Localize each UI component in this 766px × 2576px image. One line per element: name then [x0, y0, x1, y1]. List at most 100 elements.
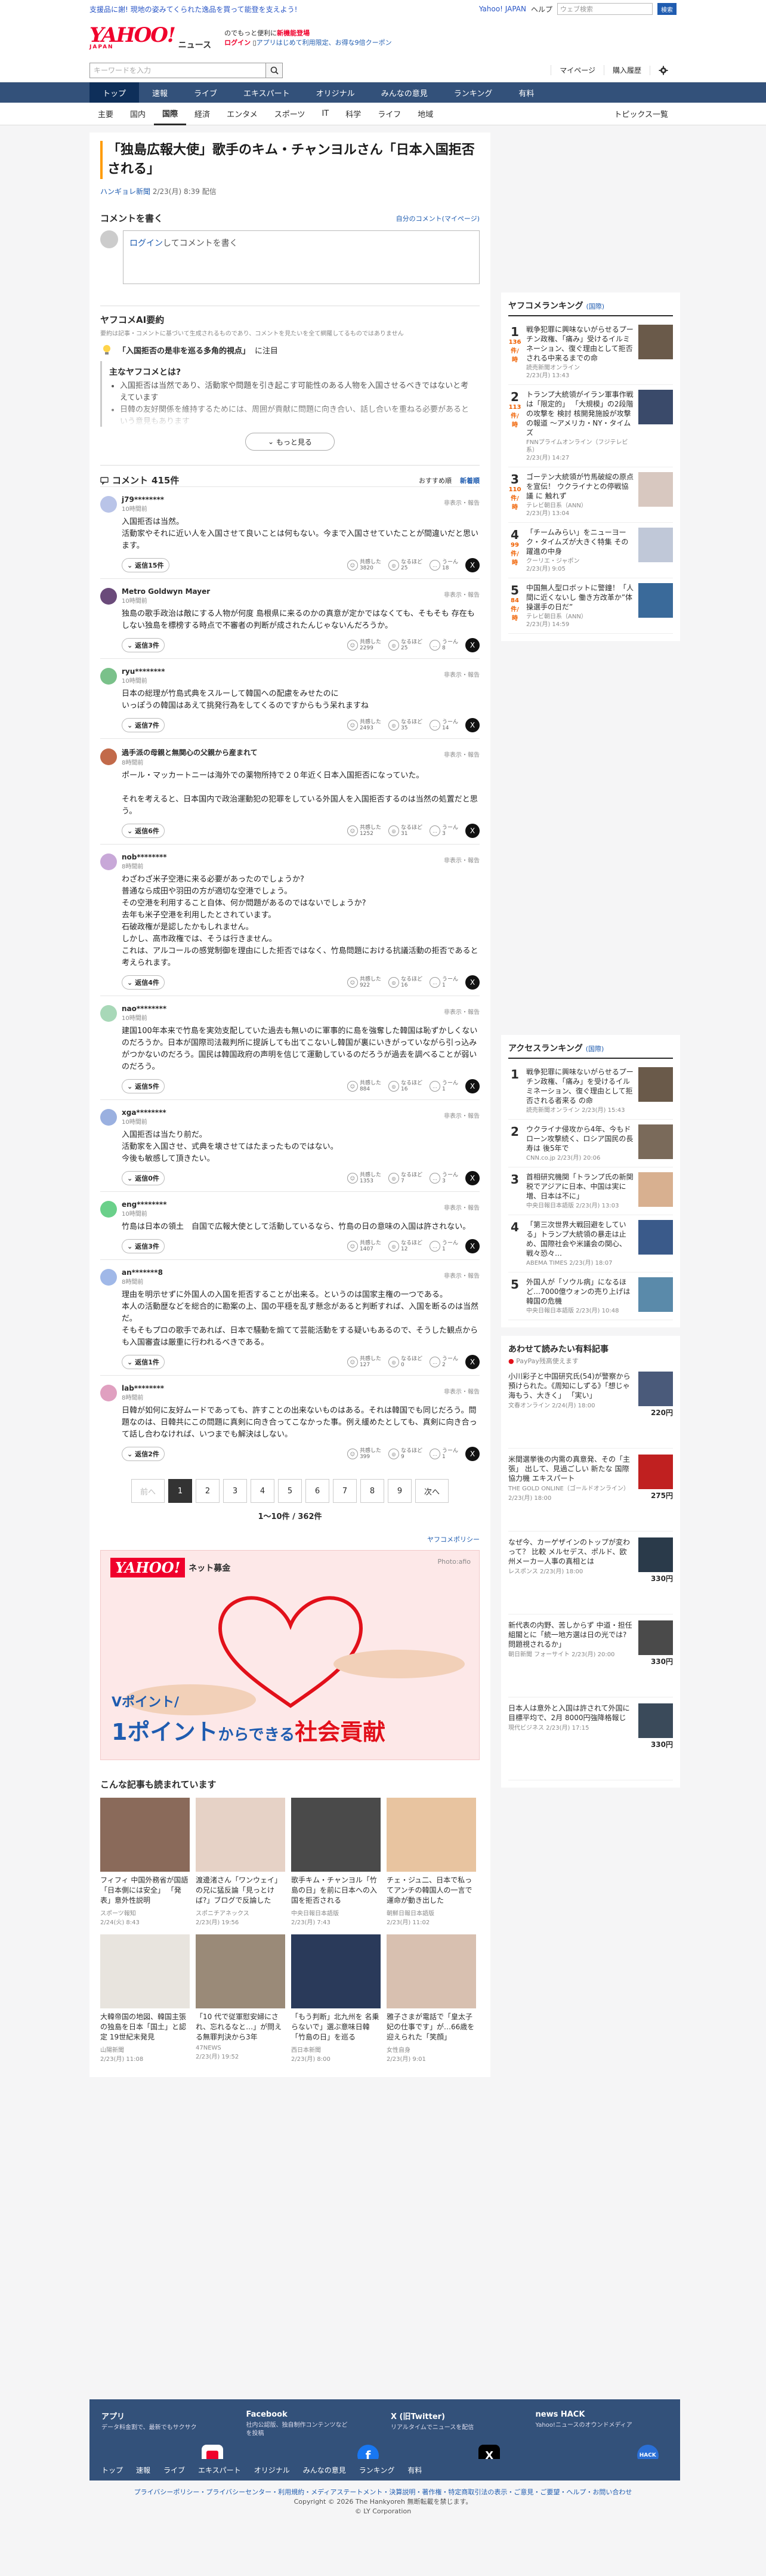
reaction-hmm-button[interactable]: … うーん 3 [429, 1172, 458, 1184]
footer-nav-item[interactable]: エキスパート [198, 2465, 241, 2475]
reaction-empathy-button[interactable]: ☺ 共感した 1353 [347, 1172, 381, 1184]
x-share-icon[interactable]: X [465, 975, 480, 990]
gnav-original[interactable]: オリジナル [303, 82, 368, 103]
footer-newshack[interactable]: news HACK Yahoo!ニュースのオウンドメディア HACK [536, 2410, 669, 2466]
x-share-icon[interactable]: X [465, 718, 480, 732]
next-page-button[interactable]: 次へ [415, 1479, 449, 1503]
reaction-insight-button[interactable]: ◎ なるほど 16 [388, 976, 422, 988]
help-link[interactable]: ヘルプ [531, 4, 552, 14]
mypage-link[interactable]: マイページ [551, 65, 604, 75]
ranking-item[interactable]: 2 113 件/時 トランプ大統領がイラン軍事作戦は「限定的」 「大規模」の2段階の攻… [508, 385, 673, 467]
recommended-card[interactable]: 「10 代で従軍慰安婦にされ、忘れるなと…」が問える無罪判決から3年 47NEWS… [196, 1934, 285, 2063]
gnav-top[interactable]: トップ [89, 82, 140, 103]
cat-it[interactable]: IT [313, 103, 337, 125]
recommended-card[interactable]: 雅子さまが電話で「皇太子妃の仕事です」が…66歳を迎えられた「笑顔」 女性自身 2/… [387, 1934, 476, 2063]
ranking-item[interactable]: 4 99 件/時 「チームみらい」をニューヨーク・タイムズが大きく特集 その躍進の中身… [508, 523, 673, 578]
reaction-hmm-button[interactable]: … うーん 14 [429, 719, 458, 731]
gnav-opinion[interactable]: みんなの意見 [368, 82, 441, 103]
access-item[interactable]: 4 「第三次世界大戦回避をしている」トランプ大統領の暴走は止め、国際社会や米議会の… [508, 1215, 673, 1272]
reply-button[interactable]: ⌄ 返信2件 [122, 1447, 165, 1461]
footer-nav-item[interactable]: みんなの意見 [303, 2465, 346, 2475]
login-link[interactable]: ログイン [129, 239, 163, 248]
ranking-item[interactable]: 5 84 件/時 中国無人型ロボットに警鐘！「人間に近くないし 働き方改革か”体操選手… [508, 578, 673, 634]
web-search-input[interactable]: ウェブ検索 [557, 3, 653, 15]
reaction-hmm-button[interactable]: … うーん 2 [429, 1356, 458, 1368]
paid-item[interactable]: 新代表の内野、苦しからず 中道・担任組閣とに「統一地方選は日の光では? 問題視さ… [508, 1614, 673, 1697]
x-share-icon[interactable]: X [465, 1079, 480, 1093]
page-2[interactable]: 2 [196, 1479, 220, 1503]
flag-link[interactable]: 非表示・報告 [444, 1111, 480, 1120]
x-share-icon[interactable]: X [465, 824, 480, 838]
paid-item[interactable]: 日本人は意外と入国は許されて外国に 目標平均で、2月 8000円強降格報じ 現代ビ… [508, 1697, 673, 1780]
comment-policy-link[interactable]: ヤフコメポリシー [100, 1534, 480, 1544]
x-share-icon[interactable]: X [465, 1239, 480, 1253]
cat-sports[interactable]: スポーツ [266, 103, 314, 125]
more-button[interactable]: ⌄ もっと見る [245, 433, 335, 451]
page-4[interactable]: 4 [251, 1479, 274, 1503]
author-name[interactable]: an*******8 [122, 1268, 163, 1277]
flag-link[interactable]: 非表示・報告 [444, 670, 480, 679]
gnav-breaking[interactable]: 速報 [139, 82, 181, 103]
reaction-hmm-button[interactable]: … うーん 1 [429, 1240, 458, 1252]
footer-nav-item[interactable]: トップ [101, 2465, 123, 2475]
access-item[interactable]: 1 戦争犯罪に興味ないがらせるプーチン政権、「痛み」を受けるイルミネーション、復ぐ… [508, 1062, 673, 1120]
reaction-insight-button[interactable]: ◎ なるほど 31 [388, 825, 422, 837]
reaction-insight-button[interactable]: ◎ なるほど 16 [388, 1080, 422, 1092]
article-source[interactable]: ハンギョレ新聞 [100, 187, 150, 196]
ranking-item[interactable]: 3 110 件/時 ゴーテン大統領が竹馬破綻の原点を宣伝！ ウクライナとの停戦協議 に… [508, 467, 673, 523]
reaction-empathy-button[interactable]: ☺ 共感した 2299 [347, 639, 381, 651]
x-share-icon[interactable]: X [465, 638, 480, 652]
reaction-empathy-button[interactable]: ☺ 共感した 2493 [347, 719, 381, 731]
footer-facebook[interactable]: Facebook 社内公認版、独自制作コンテンツなどを投稿 f [246, 2410, 379, 2466]
gnav-ranking[interactable]: ランキング [441, 82, 506, 103]
footer-nav-item[interactable]: ランキング [359, 2465, 395, 2475]
reaction-hmm-button[interactable]: … うーん 1 [429, 1448, 458, 1460]
reply-button[interactable]: ⌄ 返信7件 [122, 718, 165, 732]
reaction-empathy-button[interactable]: ☺ 共感した 1252 [347, 825, 381, 837]
access-item[interactable]: 5 外国人が「ソウル病」になるほど…7000億ウォンの売り上げは韓国の危機 中央日報… [508, 1272, 673, 1320]
cat-entertainment[interactable]: エンタメ [218, 103, 266, 125]
author-name[interactable]: lab******** [122, 1384, 164, 1392]
page-3[interactable]: 3 [223, 1479, 247, 1503]
author-name[interactable]: 過手派の母親と無関心の父親から産まれて [122, 747, 258, 757]
footer-app[interactable]: アプリ データ料金割で、最新でもサクサク [101, 2410, 234, 2466]
reaction-hmm-button[interactable]: … うーん 8 [429, 639, 458, 651]
legal-links[interactable]: プライバシーポリシー・プライバシーセンター・利用規約・メディアステートメント・決… [0, 2488, 766, 2497]
news-search-input[interactable]: キーワードを入力 [89, 62, 266, 78]
recommended-card[interactable]: 「もう判断」北九州を 名乗らないで」選ぶ意味日韓「竹島の日」を巡る 西日本新聞 2/… [291, 1934, 381, 2063]
x-share-icon[interactable]: X [465, 1447, 480, 1461]
flag-link[interactable]: 非表示・報告 [444, 1271, 480, 1280]
reaction-insight-button[interactable]: ◎ なるほど 25 [388, 639, 422, 651]
reaction-empathy-button[interactable]: ☺ 共感した 399 [347, 1448, 381, 1460]
recommended-card[interactable]: 歌手キム・チャンヨル「竹島の日」を前に日本への入国を拒否される 中央日報日本語版 2… [291, 1798, 381, 1926]
author-name[interactable]: ryu******** [122, 667, 165, 676]
gnav-paid[interactable]: 有料 [505, 82, 547, 103]
reaction-empathy-button[interactable]: ☺ 共感した 922 [347, 976, 381, 988]
header-promo[interactable]: のでもっと便利に新機能登場 ログイン ▯アプリはじめて利用限定、お得な9倍クーポ… [224, 29, 392, 48]
footer-nav-item[interactable]: 有料 [407, 2465, 422, 2475]
cat-science[interactable]: 科学 [337, 103, 369, 125]
purchase-history-link[interactable]: 購入履歴 [603, 65, 650, 75]
cat-region[interactable]: 地域 [409, 103, 441, 125]
reaction-hmm-button[interactable]: … うーん 1 [429, 1080, 458, 1092]
paid-item[interactable]: 小川彩子と中国研究氏(54)が警察から預けられた。《周知にしずる》「想じゃ海もう… [508, 1366, 673, 1449]
sort-recommended[interactable]: おすすめ順 [419, 476, 452, 485]
gear-icon[interactable] [650, 65, 677, 75]
footer-x[interactable]: X (旧Twitter) リアルタイムでニュースを配信 X [391, 2410, 524, 2466]
reaction-insight-button[interactable]: ◎ なるほど 7 [388, 1172, 422, 1184]
flag-link[interactable]: 非表示・報告 [444, 1386, 480, 1395]
footer-nav-item[interactable]: オリジナル [254, 2465, 290, 2475]
reply-button[interactable]: ⌄ 返信15件 [122, 558, 169, 572]
access-item[interactable]: 3 首相研究機関「トランプ氏の新関税でアジアに日本、中国は実に増、日本は不に」 中央… [508, 1167, 673, 1215]
page-7[interactable]: 7 [333, 1479, 357, 1503]
reaction-insight-button[interactable]: ◎ なるほど 9 [388, 1448, 422, 1460]
cat-life[interactable]: ライフ [369, 103, 409, 125]
reaction-hmm-button[interactable]: … うーん 1 [429, 976, 458, 988]
footer-nav-item[interactable]: ライブ [163, 2465, 185, 2475]
reply-button[interactable]: ⌄ 返信0件 [122, 1171, 165, 1185]
web-search-button[interactable]: 検索 [657, 3, 677, 15]
reaction-insight-button[interactable]: ◎ なるほど 25 [388, 559, 422, 571]
cat-economy[interactable]: 経済 [186, 103, 218, 125]
my-comments-link[interactable]: 自分のコメント(マイページ) [396, 214, 480, 223]
gnav-expert[interactable]: エキスパート [230, 82, 303, 103]
